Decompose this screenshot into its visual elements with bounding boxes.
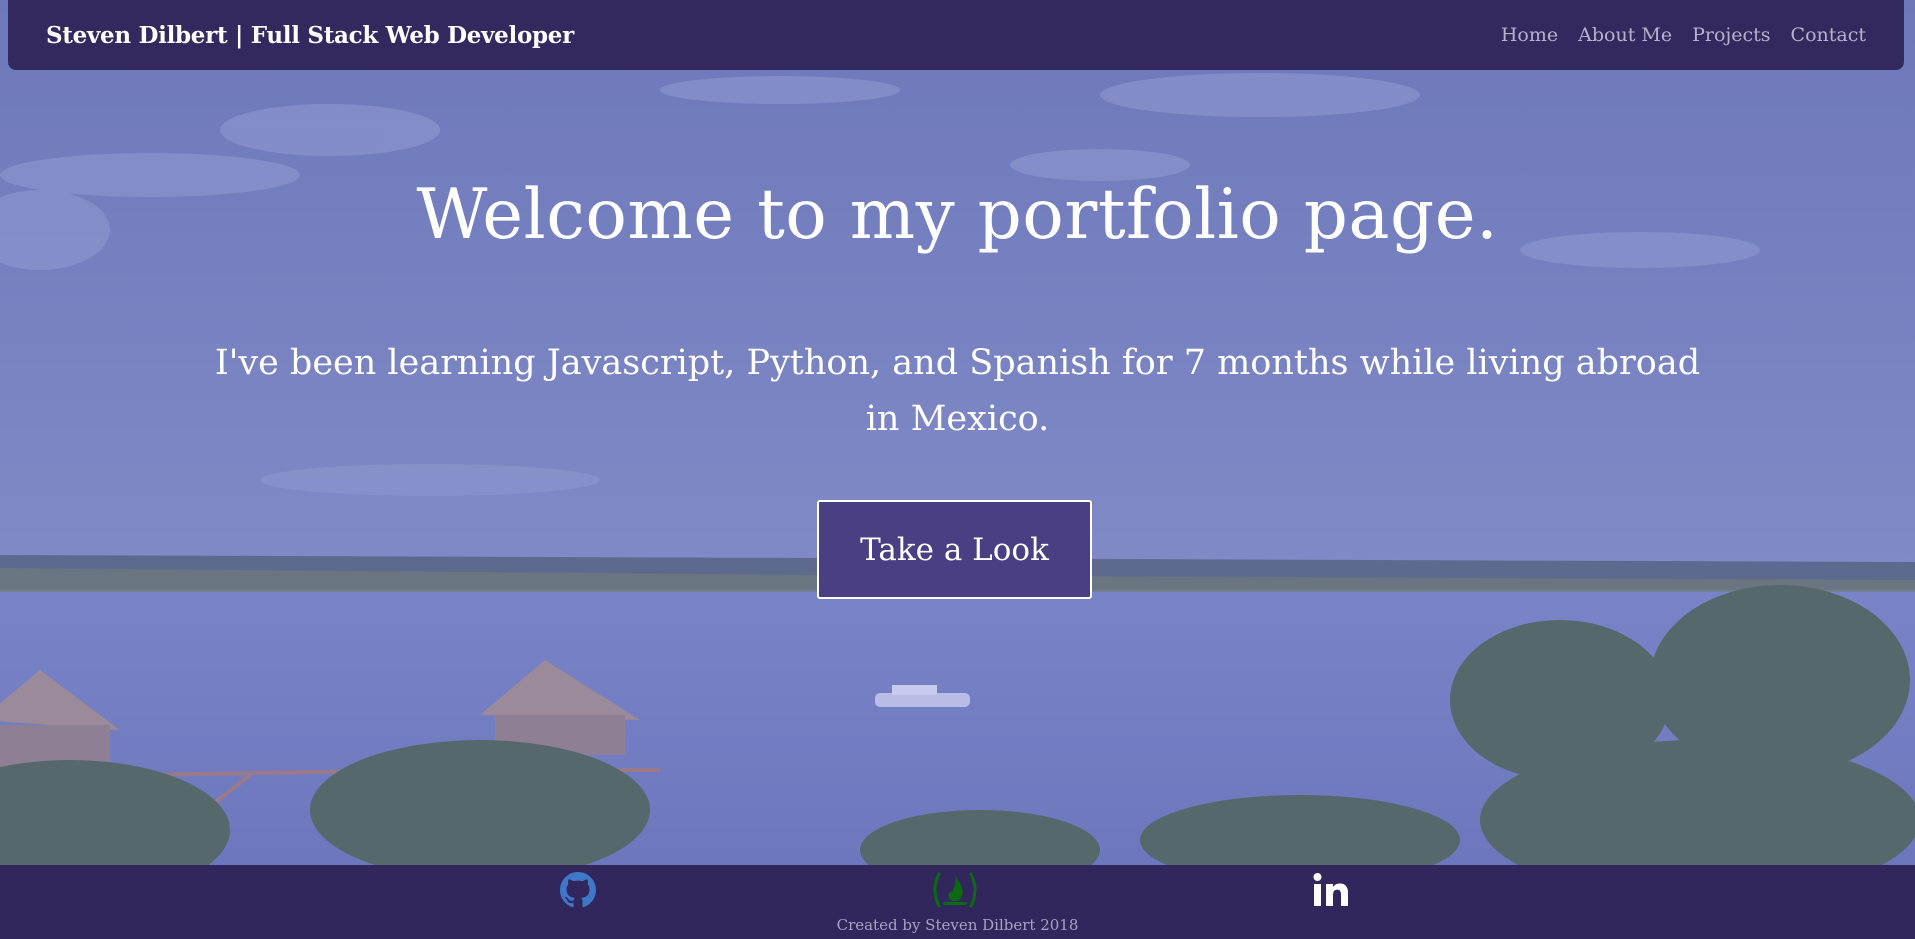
nav-link-contact[interactable]: Contact <box>1791 24 1866 46</box>
hero-section: Welcome to my portfolio page. I've been … <box>0 70 1915 865</box>
nav-links: Home About Me Projects Contact <box>1501 24 1866 46</box>
footer-copyright: Created by Steven Dilbert 2018 <box>836 916 1079 934</box>
nav-link-about-me[interactable]: About Me <box>1578 24 1672 46</box>
page-footer: Created by Steven Dilbert 2018 <box>0 865 1915 939</box>
top-navbar: Steven Dilbert | Full Stack Web Develope… <box>8 0 1904 70</box>
nav-link-home[interactable]: Home <box>1501 24 1558 46</box>
site-brand-link[interactable]: Steven Dilbert | Full Stack Web Develope… <box>46 22 574 49</box>
freecodecamp-link[interactable] <box>927 869 983 915</box>
hero-title: Welcome to my portfolio page. <box>416 175 1499 255</box>
github-link[interactable] <box>550 869 606 915</box>
take-a-look-button[interactable]: Take a Look <box>817 500 1092 599</box>
hero-subtitle: I've been learning Javascript, Python, a… <box>214 343 1701 439</box>
linkedin-link[interactable] <box>1303 869 1359 915</box>
freecodecamp-icon <box>927 868 983 916</box>
nav-link-projects[interactable]: Projects <box>1692 24 1770 46</box>
linkedin-icon <box>1312 872 1350 912</box>
github-icon <box>560 872 596 912</box>
